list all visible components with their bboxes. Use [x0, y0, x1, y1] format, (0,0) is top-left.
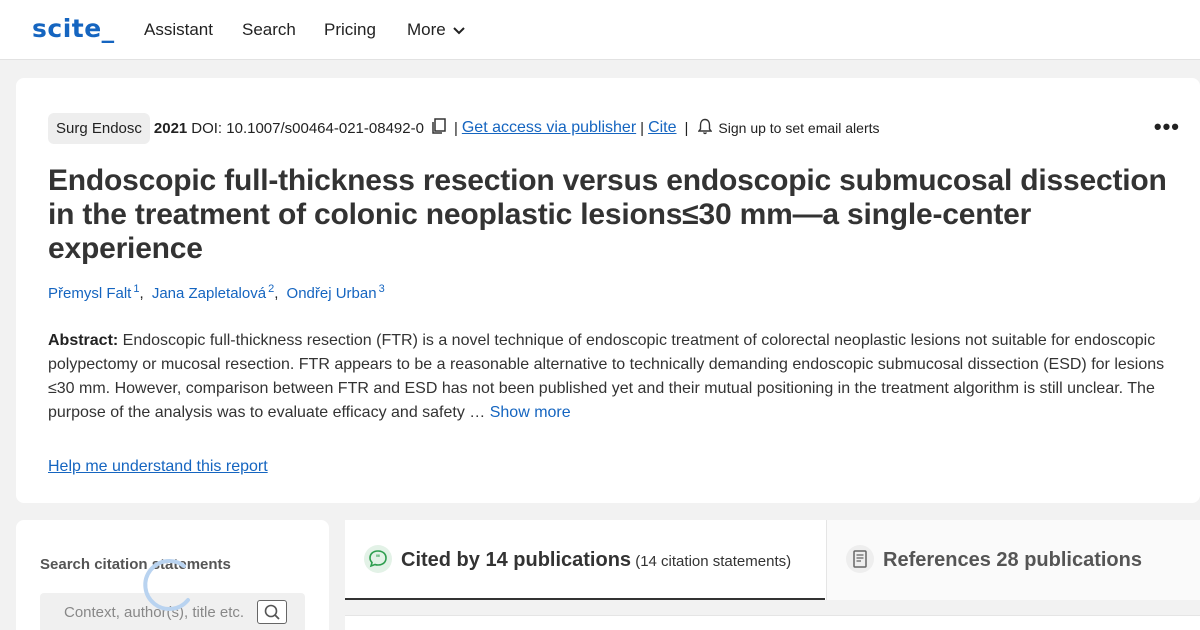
scite-logo[interactable]: scite_ [32, 14, 115, 43]
abstract: Abstract: Endoscopic full-thickness rese… [48, 329, 1173, 425]
bell-icon[interactable] [698, 118, 713, 139]
author-list: Přemysl Falt 1, Jana Zapletalová 2, Ondřej… [48, 283, 385, 302]
publication-year: 2021 [153, 119, 188, 137]
search-button[interactable] [257, 600, 287, 624]
nav-more[interactable]: More [407, 20, 466, 41]
nav-search[interactable]: Search [242, 20, 296, 40]
tab-cited-by[interactable]: " Cited by 14 publications (14 citation … [345, 520, 825, 600]
more-dots-icon[interactable]: ••• [1154, 114, 1180, 140]
search-icon [264, 604, 280, 620]
loading-spinner [140, 556, 200, 616]
quote-bubble-icon: " [363, 544, 393, 579]
tab-cited-label: Cited by 14 publications (14 citation st… [401, 549, 792, 571]
copy-icon[interactable] [430, 117, 448, 139]
author-link[interactable]: Ondřej Urban 3 [287, 283, 385, 302]
citations-list-area [345, 615, 1200, 630]
tab-references[interactable]: References 28 publications [826, 520, 1200, 600]
article-title: Endoscopic full-thickness resection vers… [48, 164, 1167, 265]
separator: | [640, 119, 645, 137]
get-access-link[interactable]: Get access via publisher [462, 119, 636, 137]
separator: | [684, 119, 689, 137]
email-alerts-link[interactable]: Sign up to set email alerts [718, 120, 879, 136]
citation-tabs: " Cited by 14 publications (14 citation … [345, 520, 1200, 600]
nav-pricing[interactable]: Pricing [324, 20, 376, 40]
document-icon [845, 544, 875, 579]
chevron-down-icon [452, 21, 466, 41]
abstract-label: Abstract: [48, 332, 119, 349]
help-understand-link[interactable]: Help me understand this report [48, 458, 268, 476]
doi-text: DOI: 10.1007/s00464-021-08492-0 [191, 119, 424, 137]
author-link[interactable]: Jana Zapletalová 2 [152, 283, 274, 302]
svg-text:": " [376, 554, 381, 564]
separator: | [453, 119, 458, 137]
author-link[interactable]: Přemysl Falt 1 [48, 283, 139, 302]
article-meta: Surg Endosc 2021 DOI: 10.1007/s00464-021… [48, 112, 880, 144]
journal-chip[interactable]: Surg Endosc [48, 112, 150, 144]
article-card: Surg Endosc 2021 DOI: 10.1007/s00464-021… [16, 78, 1200, 503]
show-more-link[interactable]: Show more [490, 404, 571, 421]
top-nav: scite_ Assistant Search Pricing More [0, 0, 1200, 60]
nav-more-label: More [407, 20, 446, 39]
citation-search-title: Search citation statements [40, 556, 231, 573]
cite-link[interactable]: Cite [648, 119, 676, 137]
abstract-text: Endoscopic full-thickness resection (FTR… [48, 332, 1165, 421]
nav-assistant[interactable]: Assistant [144, 20, 213, 40]
tab-references-label: References 28 publications [883, 549, 1142, 571]
